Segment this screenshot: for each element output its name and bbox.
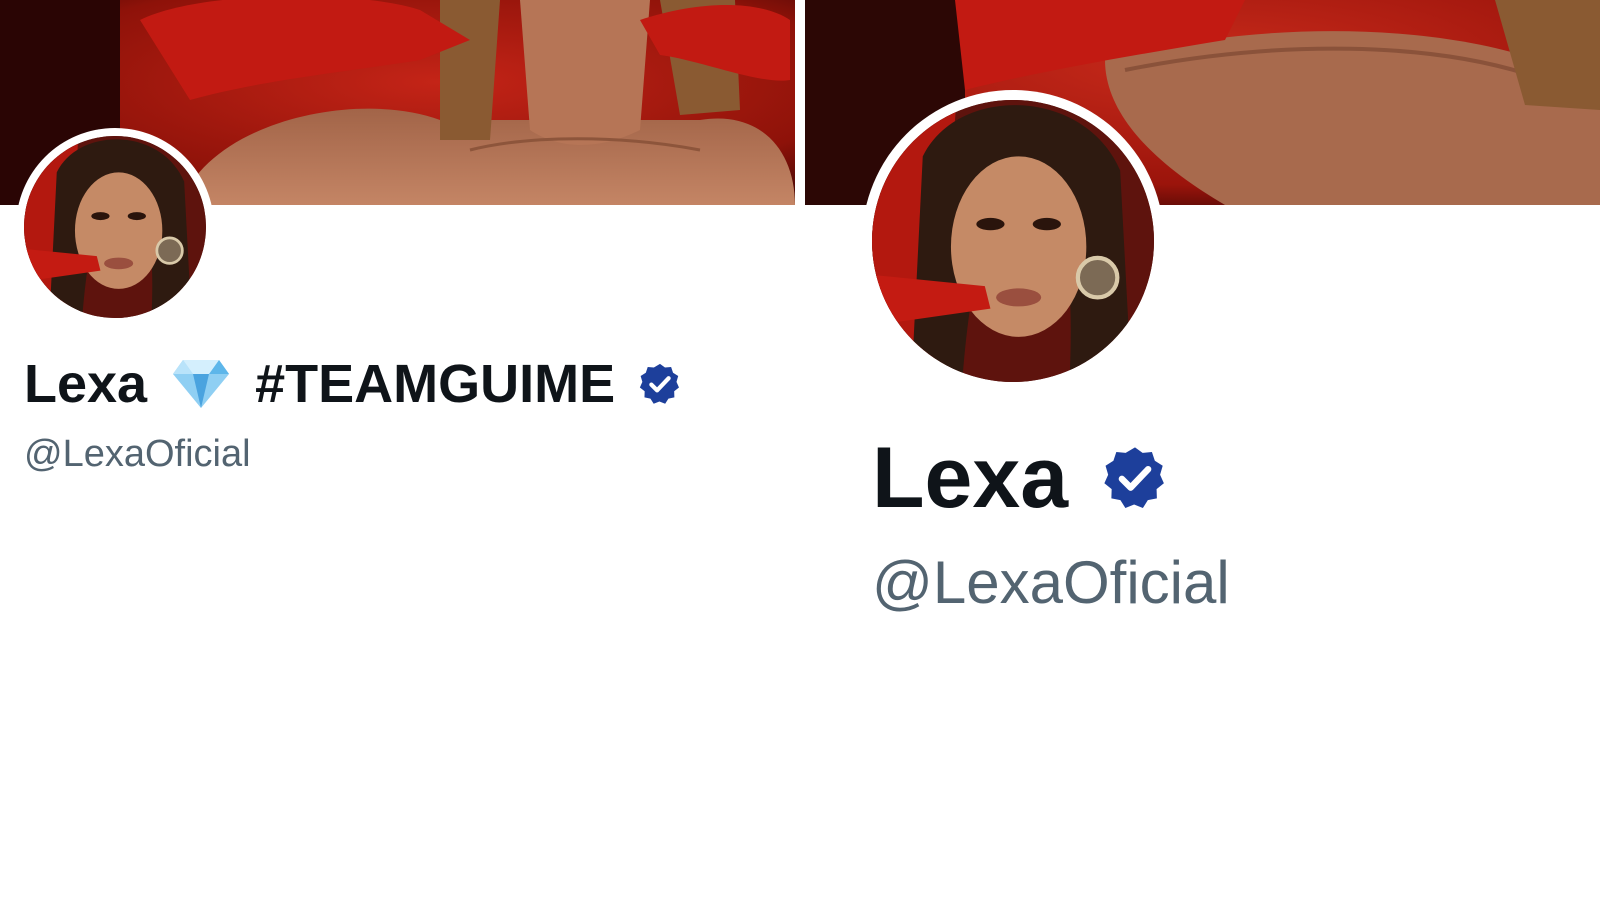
display-name-row-right: Lexa [872, 430, 1170, 526]
display-name-right: Lexa [872, 429, 1069, 526]
panel-divider [795, 0, 805, 205]
handle-right: @LexaOficial [872, 549, 1230, 616]
handle-left: @LexaOficial [24, 433, 251, 475]
avatar-left[interactable] [24, 136, 206, 318]
profile-card-left: Lexa #TEAMGUIME @LexaOficial [0, 0, 795, 900]
profile-card-right: Lexa @LexaOficial [805, 0, 1600, 900]
hashtag-text[interactable]: #TEAMGUIME [255, 353, 615, 415]
display-name-left: Lexa [24, 354, 148, 414]
gem-stone-icon [171, 358, 231, 410]
display-name-row-left: Lexa #TEAMGUIME [24, 352, 683, 416]
verified-badge-icon[interactable] [1100, 443, 1170, 513]
verified-badge-icon[interactable] [637, 361, 683, 407]
avatar-right[interactable] [872, 100, 1154, 382]
